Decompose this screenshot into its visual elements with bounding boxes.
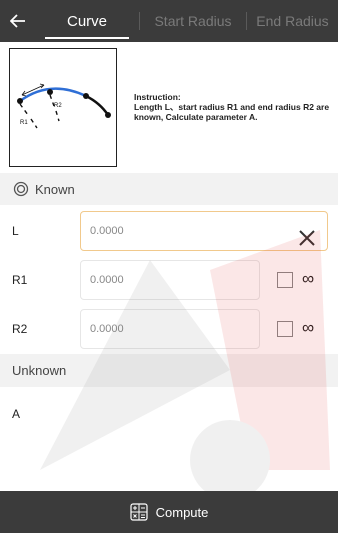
tab-curve[interactable]: Curve bbox=[35, 0, 139, 42]
tab-end-radius-label: End Radius bbox=[256, 13, 329, 29]
r2-field-label: R2 bbox=[12, 322, 28, 336]
instruction-panel: R1 R2 Instruction: Length L、start radius… bbox=[0, 42, 338, 173]
r2-value: 0.0000 bbox=[90, 323, 124, 335]
r2-infinity-checkbox[interactable] bbox=[277, 321, 293, 337]
target-icon bbox=[13, 181, 29, 197]
infinity-icon: ∞ bbox=[302, 318, 315, 337]
result-row-a: A bbox=[0, 387, 338, 437]
field-row-r1: R1 0.0000 ∞ bbox=[0, 254, 338, 306]
instruction-title: Instruction: bbox=[134, 92, 181, 102]
curve-diagram: R1 R2 bbox=[9, 48, 117, 167]
compute-label: Compute bbox=[155, 504, 209, 520]
field-row-r2: R2 0.0000 ∞ bbox=[0, 303, 338, 355]
arrow-left-icon bbox=[9, 14, 25, 28]
r2-input[interactable]: 0.0000 bbox=[80, 309, 260, 349]
tab-start-radius-label: Start Radius bbox=[154, 13, 232, 29]
r2-label: R2 bbox=[54, 103, 62, 109]
tab-start-radius[interactable]: Start Radius bbox=[140, 0, 246, 42]
r1-label: R1 bbox=[20, 120, 28, 126]
r1-value: 0.0000 bbox=[90, 274, 124, 286]
field-row-l: L 0.0000 bbox=[0, 205, 338, 257]
l-value: 0.0000 bbox=[90, 225, 124, 237]
close-icon[interactable] bbox=[297, 228, 317, 248]
back-button[interactable] bbox=[0, 0, 35, 42]
tab-end-radius[interactable]: End Radius bbox=[247, 0, 338, 42]
top-bar: Curve Start Radius End Radius bbox=[0, 0, 338, 42]
r1-infinity-checkbox[interactable] bbox=[277, 272, 293, 288]
compute-button[interactable]: Compute bbox=[0, 491, 338, 533]
r1-input[interactable]: 0.0000 bbox=[80, 260, 260, 300]
known-label: Known bbox=[35, 181, 75, 197]
instruction-body: Length L、start radius R1 and end radius … bbox=[134, 102, 330, 122]
instruction-text: Instruction: Length L、start radius R1 an… bbox=[134, 92, 334, 122]
infinity-icon: ∞ bbox=[302, 269, 315, 288]
l-input[interactable]: 0.0000 bbox=[80, 211, 328, 251]
calculator-icon bbox=[130, 503, 148, 521]
r1-field-label: R1 bbox=[12, 273, 28, 287]
tab-bar: Curve Start Radius End Radius bbox=[35, 0, 338, 42]
unknown-section-header: Unknown bbox=[0, 354, 338, 387]
unknown-label: Unknown bbox=[12, 363, 67, 378]
a-label: A bbox=[12, 407, 21, 421]
tab-curve-label: Curve bbox=[66, 12, 107, 30]
known-section-header: Known bbox=[0, 173, 338, 205]
l-label: L bbox=[12, 224, 19, 238]
curve-diagram-image: R1 R2 bbox=[17, 83, 111, 129]
